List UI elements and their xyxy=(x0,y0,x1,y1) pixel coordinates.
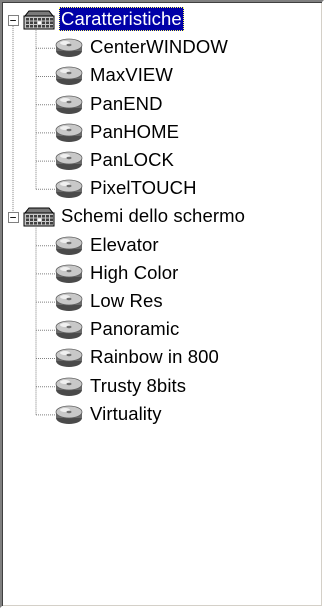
disk-icon xyxy=(54,36,84,65)
tree-item-label[interactable]: CenterWINDOW xyxy=(88,35,230,59)
keyboard-folder-icon xyxy=(22,9,56,36)
disk-icon xyxy=(54,64,84,93)
tree-group-1[interactable]: − Schemi dello schermo xyxy=(2,203,320,231)
tree-item-label[interactable]: Rainbow in 800 xyxy=(88,345,221,369)
disk-icon xyxy=(54,234,84,263)
tree-item[interactable]: PanEND xyxy=(2,91,320,119)
tree-item[interactable]: PanHOME xyxy=(2,119,320,147)
disk-icon xyxy=(54,403,84,432)
tree-group-0[interactable]: − Caratteristiche xyxy=(2,6,320,34)
tree-item-label[interactable]: High Color xyxy=(88,261,180,285)
keyboard-folder-icon xyxy=(22,206,56,233)
tree-item-label[interactable]: PanHOME xyxy=(88,120,181,144)
disk-icon xyxy=(54,346,84,375)
disk-icon xyxy=(54,93,84,122)
tree-item[interactable]: Rainbow in 800 xyxy=(2,344,320,372)
tree-item-label[interactable]: PanLOCK xyxy=(88,148,176,172)
disk-icon xyxy=(54,318,84,347)
tree-item-label[interactable]: Virtuality xyxy=(88,402,164,426)
disk-icon xyxy=(54,149,84,178)
disk-icon xyxy=(54,262,84,291)
tree-group-label[interactable]: Schemi dello schermo xyxy=(59,204,247,228)
tree-item[interactable]: Low Res xyxy=(2,288,320,316)
disk-icon xyxy=(54,121,84,150)
tree-item[interactable]: MaxVIEW xyxy=(2,62,320,90)
tree-item[interactable]: Panoramic xyxy=(2,316,320,344)
disk-icon xyxy=(54,290,84,319)
tree-item-label[interactable]: PanEND xyxy=(88,92,165,116)
tree-group-label[interactable]: Caratteristiche xyxy=(59,7,184,31)
tree-item[interactable]: Virtuality xyxy=(2,401,320,429)
tree-item[interactable]: Elevator xyxy=(2,232,320,260)
tree-item-label[interactable]: Panoramic xyxy=(88,317,181,341)
disk-icon xyxy=(54,177,84,206)
collapse-toggle[interactable]: − xyxy=(7,211,19,223)
tree-item[interactable]: CenterWINDOW xyxy=(2,34,320,62)
tree-item-label[interactable]: MaxVIEW xyxy=(88,63,175,87)
tree-item[interactable]: PanLOCK xyxy=(2,147,320,175)
tree-item-label[interactable]: PixelTOUCH xyxy=(88,176,199,200)
tree-item[interactable]: Trusty 8bits xyxy=(2,373,320,401)
tree-item[interactable]: High Color xyxy=(2,260,320,288)
tree-item[interactable]: PixelTOUCH xyxy=(2,175,320,203)
tree-item-label[interactable]: Trusty 8bits xyxy=(88,374,188,398)
collapse-toggle[interactable]: − xyxy=(7,14,19,26)
tree-item-label[interactable]: Low Res xyxy=(88,289,165,313)
tree-view[interactable]: − Caratteristiche CenterWINDOW MaxVIEW PanEN… xyxy=(0,0,324,608)
tree-item-label[interactable]: Elevator xyxy=(88,233,161,257)
disk-icon xyxy=(54,375,84,404)
